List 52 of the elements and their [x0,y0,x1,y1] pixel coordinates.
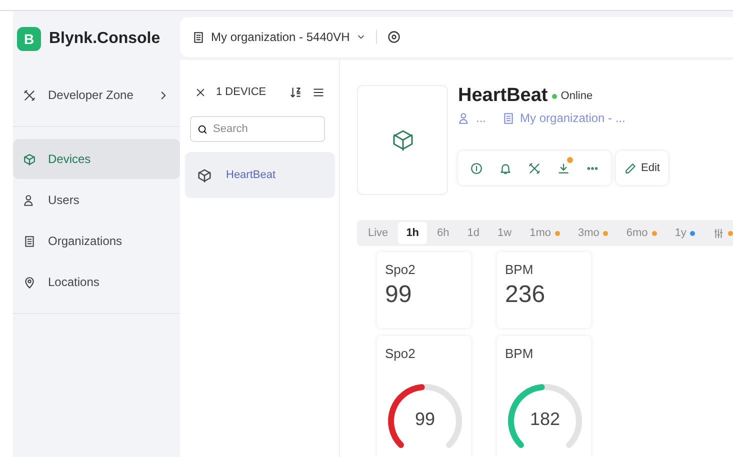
edit-button[interactable]: Edit [616,151,668,185]
widget-title: BPM [505,346,534,361]
time-range-tab[interactable]: 3mo [570,222,616,244]
time-range-tab[interactable]: 1mo [522,222,568,244]
sidebar-item[interactable]: Organizations [13,221,180,261]
search-field[interactable]: Search [190,116,325,142]
widget-value: 236 [505,281,546,309]
time-range-tab[interactable]: 1h [398,222,428,244]
sliders-icon [713,228,724,238]
widget-title: Spo2 [385,262,416,277]
gauge-value: 99 [414,409,436,430]
sidebar-label: Users [48,193,80,207]
search-icon [197,124,208,135]
bell-icon[interactable] [499,162,512,174]
download-icon[interactable] [557,162,570,174]
logo: B [17,26,41,50]
device-title: HeartBeat [458,85,548,107]
time-range-tab[interactable]: 1w [490,222,520,244]
cube-icon [23,152,36,166]
sidebar-item[interactable]: Locations [13,262,180,302]
organization-selector[interactable]: My organization - 5440VH [211,30,350,44]
menu-icon[interactable] [312,86,325,98]
sidebar-label: Organizations [48,234,124,248]
cube-icon [197,168,212,182]
brand-name: Blynk.Console [49,30,160,48]
pencil-icon [624,162,637,174]
device-owner[interactable]: ... [476,111,486,125]
sidebar-label: Devices [48,152,92,166]
location-pin-icon [23,276,36,288]
device-status: Online [560,90,593,102]
time-range-tab[interactable]: 1y [666,222,704,244]
sidebar-item[interactable]: Users [13,180,180,220]
widget-title: Spo2 [385,346,416,361]
sidebar-item[interactable]: Developer Zone [13,75,180,115]
time-range-tab[interactable]: 6h [429,222,458,244]
time-range-tab[interactable]: 6mo [618,222,665,244]
widget-value: 99 [385,281,413,309]
device-count: 1 DEVICE [216,86,268,98]
close-icon[interactable] [195,86,206,98]
info-icon[interactable] [470,162,483,174]
time-range-tab[interactable]: Live [360,222,396,244]
widget-title: BPM [505,262,534,277]
cube-icon [390,128,414,152]
time-range-tab[interactable]: 1d [459,222,488,244]
sidebar-label: Developer Zone [48,88,134,102]
sort-icon[interactable] [289,86,302,98]
sidebar-item[interactable]: Devices [13,139,180,179]
sidebar-label: Locations [48,275,100,289]
device-list-item[interactable]: HeartBeat [185,152,335,198]
device-organization[interactable]: My organization - ... [520,111,626,125]
device-name: HeartBeat [226,169,276,181]
gauge-value: 182 [528,409,562,430]
